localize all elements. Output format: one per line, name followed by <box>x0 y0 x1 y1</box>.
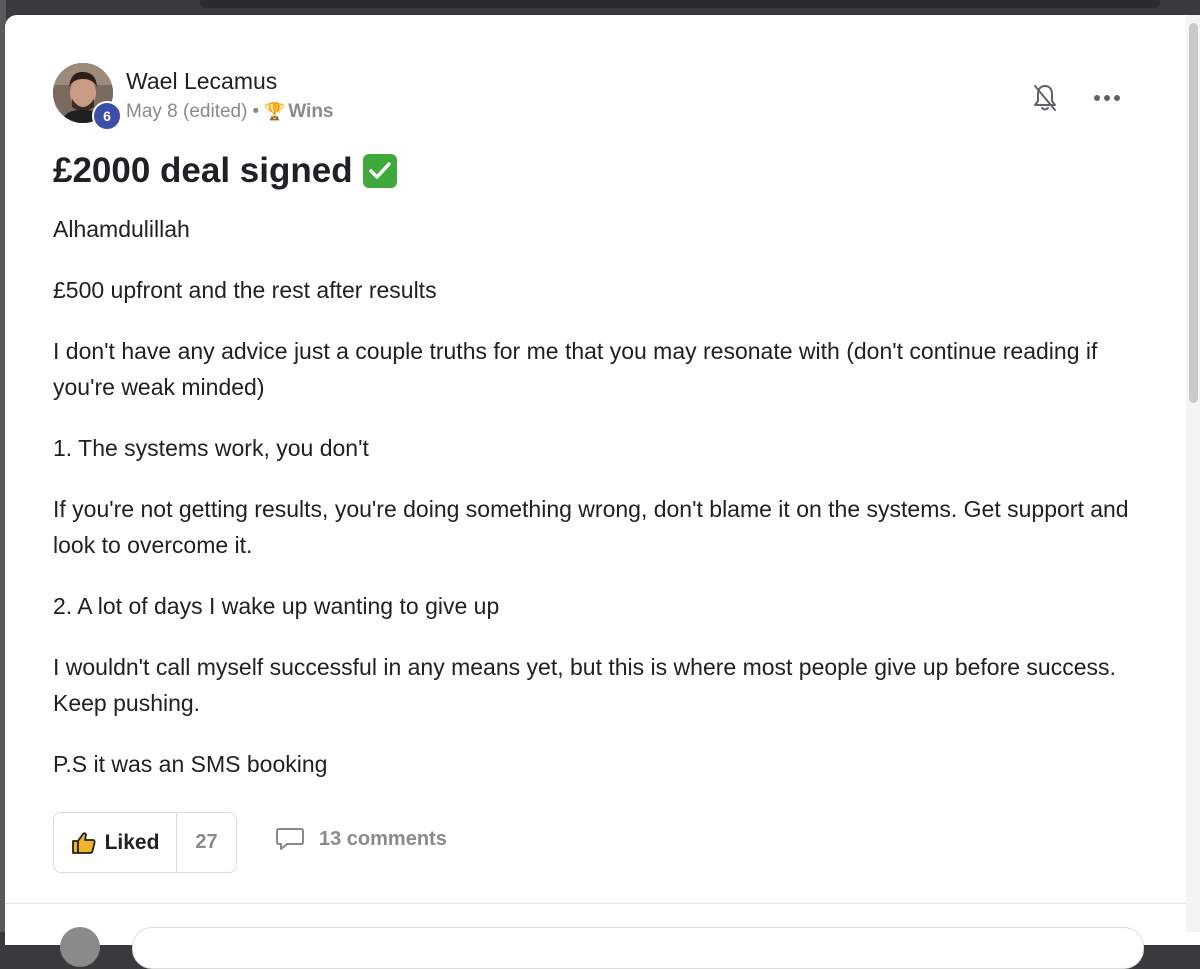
check-mark-icon <box>362 154 397 188</box>
level-badge: 6 <box>92 101 122 131</box>
post-modal: 6 Wael Lecamus May 8 (edited) • 🏆 Wins £… <box>5 15 1200 969</box>
post-actions: Liked 27 13 comments <box>53 812 1133 874</box>
meta-separator: • <box>252 101 260 122</box>
comments-link[interactable]: 13 comments <box>275 826 447 852</box>
trophy-icon: 🏆 <box>264 102 286 121</box>
post-title: £2000 deal signed <box>53 151 1133 191</box>
like-label: Liked <box>104 830 160 854</box>
like-button[interactable]: Liked 27 <box>53 812 237 873</box>
category-link[interactable]: Wins <box>288 101 333 123</box>
background-topbar <box>200 0 1160 8</box>
post-date[interactable]: May 8 (edited) <box>126 101 247 123</box>
like-toggle[interactable]: Liked <box>54 813 177 872</box>
post-title-text: £2000 deal signed <box>53 151 353 190</box>
comments-count-label: 13 comments <box>319 827 447 850</box>
post: 6 Wael Lecamus May 8 (edited) • 🏆 Wins £… <box>53 63 1133 874</box>
post-paragraph: If you're not getting results, you're do… <box>53 496 1129 558</box>
comment-input[interactable] <box>132 927 1144 969</box>
scrollbar-thumb[interactable] <box>1189 23 1198 403</box>
bell-off-icon[interactable] <box>1030 81 1060 115</box>
scrollbar[interactable] <box>1186 15 1200 932</box>
thumbs-up-icon <box>71 831 96 854</box>
post-header: 6 Wael Lecamus May 8 (edited) • 🏆 Wins <box>53 63 1133 131</box>
author-name[interactable]: Wael Lecamus <box>126 68 277 95</box>
post-body: Alhamdulillah £500 upfront and the rest … <box>53 211 1133 782</box>
post-meta: May 8 (edited) • 🏆 Wins <box>126 101 334 123</box>
like-count[interactable]: 27 <box>177 813 236 872</box>
post-paragraph: I don't have any advice just a couple tr… <box>53 338 1098 400</box>
post-paragraph: I wouldn't call myself successful in any… <box>53 654 1116 716</box>
commenter-avatar <box>60 927 100 967</box>
section-divider <box>5 903 1186 904</box>
post-paragraph: Alhamdulillah <box>53 216 190 242</box>
post-paragraph: 2. A lot of days I wake up wanting to gi… <box>53 593 500 619</box>
post-paragraph: £500 upfront and the rest after results <box>53 277 437 303</box>
post-paragraph: P.S it was an SMS booking <box>53 751 328 777</box>
comment-bubble-icon <box>276 828 304 850</box>
more-horizontal-icon[interactable] <box>1089 83 1125 113</box>
post-paragraph: 1. The systems work, you don't <box>53 435 369 461</box>
